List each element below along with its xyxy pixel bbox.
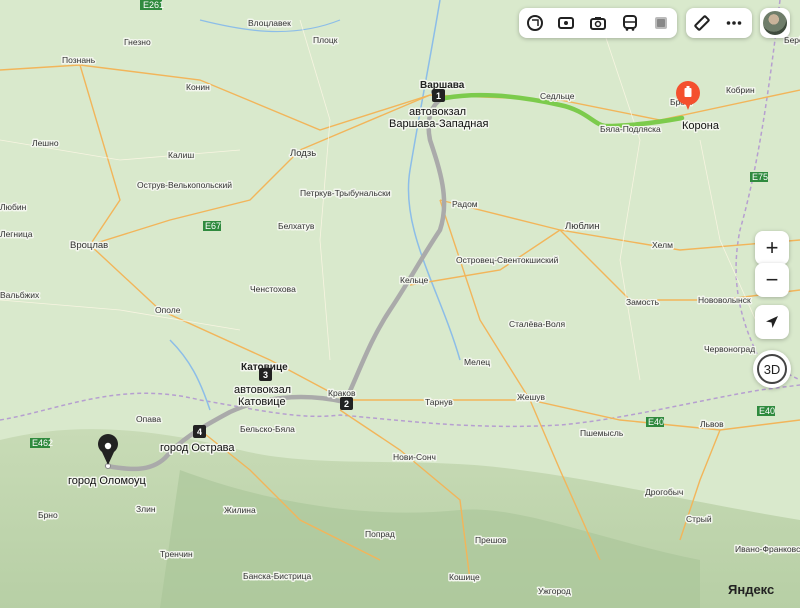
city-label: Бельско-Бяла [240, 424, 295, 434]
city-label: Дрогобыч [645, 487, 683, 497]
city-label: Вальбжих [0, 290, 40, 300]
city-label: Банска-Бистрица [243, 571, 312, 581]
user-avatar[interactable] [760, 8, 790, 38]
road-label-2: E75 [752, 172, 768, 182]
ruler-button[interactable] [686, 8, 718, 38]
city-label: Червоноград [704, 344, 755, 354]
city-label: Кобрин [726, 85, 755, 95]
city-label: Ченстохова [250, 284, 296, 294]
waypoint-marker-1[interactable]: 1 [432, 89, 445, 102]
camera-icon [589, 17, 606, 30]
city-label: Ужгород [538, 586, 571, 596]
city-label: Познань [62, 55, 96, 65]
city-label: Пшемысль [580, 428, 624, 438]
city-label: Тарнув [425, 397, 453, 407]
city-label: Любин [0, 202, 27, 212]
city-label: Конин [186, 82, 210, 92]
waypoint-1-number: 1 [436, 91, 441, 101]
city-label: Ополе [155, 305, 181, 315]
city-label: Острув-Велькопольский [137, 180, 232, 190]
waypoint-1-label-1: автовокзал [409, 106, 466, 118]
road-label-5: E462 [32, 438, 53, 448]
panorama-button[interactable] [551, 8, 583, 38]
waypoint-1-label-2: Варшава-Западная [389, 118, 488, 130]
city-label: Вроцлав [70, 240, 108, 251]
map-canvas[interactable]: E261 E67 E75 E40 E40 E462 Влоцлавек Плоц… [0, 0, 800, 608]
avatar-image [763, 11, 787, 35]
waypoint-3-number: 3 [263, 370, 268, 380]
tools-toolbar [686, 8, 752, 38]
road-label-1: E67 [205, 221, 221, 231]
city-label: Нови-Сонч [393, 452, 436, 462]
road-label-3: E40 [648, 417, 664, 427]
3d-button[interactable]: 3D [753, 350, 791, 388]
city-label: Кельце [400, 275, 429, 285]
city-label: Калиш [168, 150, 194, 160]
city-label: Белхатув [278, 221, 315, 231]
city-label: Сталёва-Воля [509, 319, 565, 329]
city-label: Легница [0, 229, 33, 239]
city-label: Лодзь [290, 148, 316, 159]
city-label: Влоцлавек [248, 18, 291, 28]
traffic-icon [655, 17, 668, 29]
city-label: Замость [626, 297, 660, 307]
waypoint-4-label: город Острава [160, 442, 235, 454]
waypoint-3-label-1: автовокзал [234, 384, 291, 396]
city-label: Мелец [464, 357, 490, 367]
city-label: Кошице [449, 572, 480, 582]
location-arrow-icon [766, 316, 778, 328]
city-label: Краков [328, 388, 356, 398]
zoom-in-button[interactable]: + [755, 231, 789, 265]
ruler-icon [694, 15, 710, 31]
start-label: город Оломоуц [68, 475, 147, 487]
city-label: Попрад [365, 529, 395, 539]
camera-button[interactable] [582, 8, 614, 38]
city-label: Радом [452, 199, 478, 209]
city-label: Петркув-Трыбунальски [300, 188, 391, 198]
waypoint-marker-4[interactable]: 4 [193, 425, 206, 438]
zoom-out-button[interactable]: − [755, 263, 789, 297]
city-label: Люблин [565, 221, 599, 232]
city-label: Седльце [540, 91, 575, 101]
city-label: Гнезно [124, 37, 151, 47]
more-button[interactable] [718, 8, 750, 38]
city-label: Бяла-Подляска [600, 124, 661, 134]
layers-button[interactable] [519, 8, 551, 38]
waypoint-marker-3[interactable]: 3 [259, 368, 272, 381]
traffic-button[interactable] [645, 8, 677, 38]
city-label: Островец-Свентокшиский [456, 255, 559, 265]
city-label: Стрый [686, 514, 712, 524]
waypoint-4-number: 4 [197, 427, 202, 437]
transport-icon [622, 15, 637, 31]
more-icon [726, 21, 742, 25]
city-label: Прешов [475, 535, 507, 545]
brand-text: Яндекс [728, 582, 775, 597]
city-label: Брно [38, 510, 58, 520]
city-label: Лешно [32, 138, 59, 148]
3d-label: 3D [757, 354, 787, 384]
waypoint-3-label-2: Катовице [238, 396, 286, 408]
city-label: Плоцк [313, 35, 338, 45]
city-label: Ивано-Франковск [735, 544, 800, 554]
transport-button[interactable] [614, 8, 646, 38]
city-label: Львов [700, 419, 724, 429]
geolocation-button[interactable] [755, 305, 789, 339]
city-label: Жилина [224, 505, 256, 515]
city-label: Жешув [517, 392, 546, 402]
city-label: Опава [136, 414, 161, 424]
waypoint-marker-2[interactable]: 2 [340, 397, 353, 410]
city-label: Хелм [652, 240, 673, 250]
waypoint-2-number: 2 [344, 399, 349, 409]
end-label: Корона [682, 120, 720, 132]
road-label-4: E40 [759, 406, 775, 416]
layers-icon [526, 14, 543, 32]
brand-logo: Яндекс [728, 582, 774, 597]
city-label: Злин [136, 504, 156, 514]
map-layers-toolbar [519, 8, 677, 38]
city-label: Нововолынск [698, 295, 751, 305]
city-label: Тренчин [160, 549, 193, 559]
road-label-0: E261 [143, 0, 164, 10]
panorama-icon [558, 17, 575, 29]
